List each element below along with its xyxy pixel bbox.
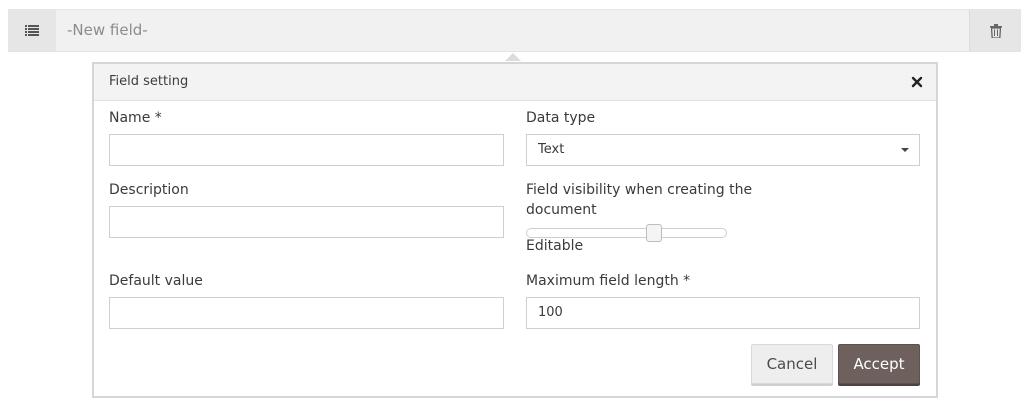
drag-handle[interactable]	[8, 10, 56, 51]
delete-field-button[interactable]	[969, 10, 1021, 51]
popover-caret	[505, 53, 521, 61]
field-title[interactable]: -New field-	[67, 10, 148, 51]
default-value-label: Default value	[109, 273, 203, 289]
data-type-selected-value: Text	[538, 142, 565, 157]
chevron-down-icon	[901, 148, 909, 152]
max-length-input[interactable]: 100	[526, 297, 920, 329]
field-setting-panel: Field setting Name * Description Default…	[92, 62, 938, 398]
panel-header: Field setting	[94, 64, 936, 101]
panel-title: Field setting	[109, 74, 189, 89]
cancel-button[interactable]: Cancel	[751, 344, 833, 384]
accept-button[interactable]: Accept	[838, 344, 920, 384]
default-value-input[interactable]	[109, 297, 504, 329]
data-type-select[interactable]: Text	[526, 134, 920, 166]
visibility-slider-handle[interactable]	[646, 224, 662, 242]
max-length-label: Maximum field length *	[526, 273, 691, 289]
visibility-label-line1: Field visibility when creating the	[526, 182, 753, 198]
description-label: Description	[109, 182, 189, 198]
close-icon[interactable]	[911, 76, 923, 88]
name-input[interactable]	[109, 134, 504, 166]
field-bar: -New field-	[8, 9, 1021, 52]
list-icon	[25, 25, 39, 36]
trash-icon	[989, 23, 1002, 38]
visibility-label-line2: document	[526, 202, 597, 218]
visibility-slider[interactable]	[526, 224, 727, 242]
description-input[interactable]	[109, 206, 504, 238]
name-label: Name *	[109, 110, 162, 126]
data-type-label: Data type	[526, 110, 596, 126]
visibility-value: Editable	[526, 238, 584, 254]
